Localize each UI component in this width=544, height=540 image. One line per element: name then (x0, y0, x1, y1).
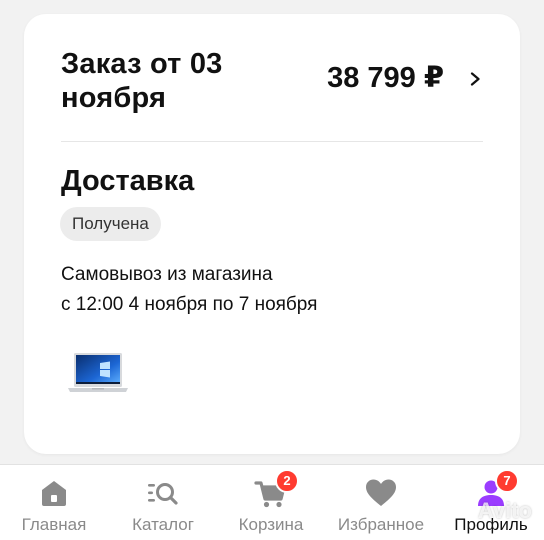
order-screen: Заказ от 03 ноября 38 799 ₽ Доставка Пол… (0, 0, 544, 540)
divider (61, 141, 483, 142)
pickup-line-1: Самовывоз из магазина (61, 264, 273, 285)
profile-count-badge: 7 (495, 469, 519, 493)
nav-label: Профиль (454, 515, 528, 534)
nav-label: Корзина (238, 515, 304, 534)
profile-icon-wrapper: 7 (473, 469, 519, 511)
nav-item-favorites[interactable]: Избранное (332, 465, 430, 540)
cart-icon-wrapper: 2 (253, 469, 299, 511)
status-badge: Получена (60, 207, 161, 241)
nav-item-cart[interactable]: 2 Корзина (232, 465, 310, 540)
order-title: Заказ от 03 ноября (61, 48, 223, 114)
bottom-nav: Главная Каталог 2 Корзина Избранное 7 Пр… (0, 464, 544, 540)
delivery-title: Доставка (61, 165, 195, 197)
catalog-search-icon (148, 483, 178, 505)
nav-label: Главная (21, 515, 87, 534)
cart-count-badge: 2 (275, 469, 299, 493)
nav-item-profile[interactable]: 7 Профиль (448, 465, 534, 540)
nav-item-home[interactable]: Главная (18, 465, 90, 540)
nav-item-catalog[interactable]: Каталог (124, 465, 202, 540)
heart-icon (366, 479, 396, 506)
nav-label: Каталог (132, 515, 194, 534)
home-icon (42, 481, 66, 506)
order-total: 38 799 ₽ (327, 62, 444, 94)
pickup-line-2: с 12:00 4 ноября по 7 ноября (61, 294, 318, 315)
chevron-right-icon[interactable] (468, 72, 482, 86)
laptop-thumbnail[interactable] (66, 349, 130, 401)
order-card: Заказ от 03 ноября 38 799 ₽ Доставка Пол… (24, 14, 520, 454)
nav-label: Избранное (337, 515, 425, 534)
order-header[interactable]: Заказ от 03 ноября 38 799 ₽ (24, 14, 520, 142)
pickup-info: Самовывоз из магазина с 12:00 4 ноября п… (61, 260, 317, 320)
